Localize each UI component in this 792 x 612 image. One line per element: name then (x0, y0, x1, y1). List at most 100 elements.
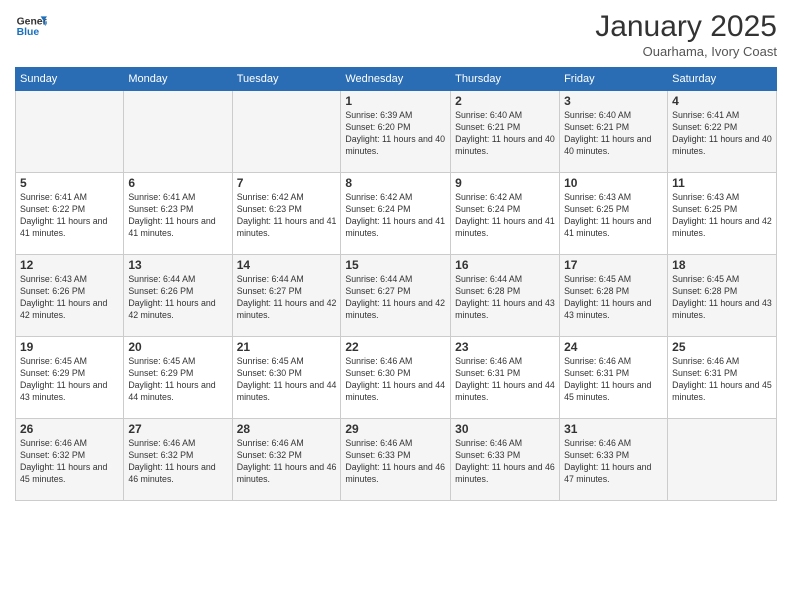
calendar-cell: 4 Sunrise: 6:41 AM Sunset: 6:22 PM Daylig… (668, 91, 777, 173)
day-info: Sunrise: 6:44 AM Sunset: 6:27 PM Dayligh… (237, 274, 337, 322)
day-number: 3 (564, 94, 663, 108)
day-number: 28 (237, 422, 337, 436)
day-number: 9 (455, 176, 555, 190)
col-friday: Friday (560, 68, 668, 91)
day-info: Sunrise: 6:43 AM Sunset: 6:26 PM Dayligh… (20, 274, 119, 322)
calendar-cell: 26Sunrise: 6:46 AM Sunset: 6:32 PM Dayli… (16, 419, 124, 501)
calendar-cell: 13 Sunrise: 6:44 AM Sunset: 6:26 PM Dayli… (124, 255, 232, 337)
calendar-cell: 30 Sunrise: 6:46 AM Sunset: 6:33 PM Dayli… (451, 419, 560, 501)
day-number: 18 (672, 258, 772, 272)
day-info: Sunrise: 6:46 AM Sunset: 6:30 PM Dayligh… (345, 356, 446, 404)
calendar-header-row: Sunday Monday Tuesday Wednesday Thursday… (16, 68, 777, 91)
calendar-table: Sunday Monday Tuesday Wednesday Thursday… (15, 67, 777, 501)
day-info: Sunrise: 6:41 AM Sunset: 6:22 PM Dayligh… (20, 192, 119, 240)
day-info: Sunrise: 6:44 AM Sunset: 6:26 PM Dayligh… (128, 274, 227, 322)
day-info: Sunrise: 6:40 AM Sunset: 6:21 PM Dayligh… (455, 110, 555, 158)
day-info: Sunrise: 6:44 AM Sunset: 6:27 PM Dayligh… (345, 274, 446, 322)
day-info: Sunrise: 6:46 AM Sunset: 6:32 PM Dayligh… (128, 438, 227, 486)
day-info: Sunrise: 6:43 AM Sunset: 6:25 PM Dayligh… (672, 192, 772, 240)
calendar-cell (232, 91, 341, 173)
col-saturday: Saturday (668, 68, 777, 91)
svg-text:Blue: Blue (17, 27, 40, 38)
day-number: 10 (564, 176, 663, 190)
calendar-cell (668, 419, 777, 501)
calendar-cell: 18 Sunrise: 6:45 AM Sunset: 6:28 PM Dayli… (668, 255, 777, 337)
day-number: 5 (20, 176, 119, 190)
day-info: Sunrise: 6:43 AM Sunset: 6:25 PM Dayligh… (564, 192, 663, 240)
day-number: 12 (20, 258, 119, 272)
day-number: 22 (345, 340, 446, 354)
day-info: Sunrise: 6:42 AM Sunset: 6:23 PM Dayligh… (237, 192, 337, 240)
calendar-week-row: 1 Sunrise: 6:39 AM Sunset: 6:20 PM Daylig… (16, 91, 777, 173)
day-info: Sunrise: 6:46 AM Sunset: 6:33 PM Dayligh… (455, 438, 555, 486)
calendar-cell: 9 Sunrise: 6:42 AM Sunset: 6:24 PM Daylig… (451, 173, 560, 255)
day-number: 7 (237, 176, 337, 190)
day-info: Sunrise: 6:45 AM Sunset: 6:28 PM Dayligh… (564, 274, 663, 322)
calendar-cell: 8Sunrise: 6:42 AM Sunset: 6:24 PM Daylig… (341, 173, 451, 255)
day-info: Sunrise: 6:46 AM Sunset: 6:32 PM Dayligh… (237, 438, 337, 486)
calendar-cell (16, 91, 124, 173)
day-number: 8 (345, 176, 446, 190)
calendar-cell: 3 Sunrise: 6:40 AM Sunset: 6:21 PM Daylig… (560, 91, 668, 173)
header: General Blue January 2025 Ouarhama, Ivor… (15, 10, 777, 59)
calendar-cell: 19 Sunrise: 6:45 AM Sunset: 6:29 PM Dayli… (16, 337, 124, 419)
page: General Blue January 2025 Ouarhama, Ivor… (0, 0, 792, 612)
day-number: 15 (345, 258, 446, 272)
calendar-cell: 29 Sunrise: 6:46 AM Sunset: 6:33 PM Dayli… (341, 419, 451, 501)
day-info: Sunrise: 6:45 AM Sunset: 6:29 PM Dayligh… (20, 356, 119, 404)
calendar-cell: 27 Sunrise: 6:46 AM Sunset: 6:32 PM Dayli… (124, 419, 232, 501)
day-number: 24 (564, 340, 663, 354)
day-info: Sunrise: 6:46 AM Sunset: 6:33 PM Dayligh… (564, 438, 663, 486)
day-number: 30 (455, 422, 555, 436)
location: Ouarhama, Ivory Coast (595, 44, 777, 59)
col-tuesday: Tuesday (232, 68, 341, 91)
day-info: Sunrise: 6:42 AM Sunset: 6:24 PM Dayligh… (455, 192, 555, 240)
day-info: Sunrise: 6:41 AM Sunset: 6:22 PM Dayligh… (672, 110, 772, 158)
calendar-cell: 20Sunrise: 6:45 AM Sunset: 6:29 PM Dayli… (124, 337, 232, 419)
calendar-cell: 24 Sunrise: 6:46 AM Sunset: 6:31 PM Dayli… (560, 337, 668, 419)
day-info: Sunrise: 6:45 AM Sunset: 6:28 PM Dayligh… (672, 274, 772, 322)
calendar-cell: 15 Sunrise: 6:44 AM Sunset: 6:27 PM Dayli… (341, 255, 451, 337)
calendar-cell: 25Sunrise: 6:46 AM Sunset: 6:31 PM Dayli… (668, 337, 777, 419)
calendar-cell: 17 Sunrise: 6:45 AM Sunset: 6:28 PM Dayli… (560, 255, 668, 337)
day-info: Sunrise: 6:46 AM Sunset: 6:33 PM Dayligh… (345, 438, 446, 486)
calendar-week-row: 12 Sunrise: 6:43 AM Sunset: 6:26 PM Dayli… (16, 255, 777, 337)
day-info: Sunrise: 6:44 AM Sunset: 6:28 PM Dayligh… (455, 274, 555, 322)
calendar-cell: 31 Sunrise: 6:46 AM Sunset: 6:33 PM Dayli… (560, 419, 668, 501)
calendar-cell: 16 Sunrise: 6:44 AM Sunset: 6:28 PM Dayli… (451, 255, 560, 337)
day-number: 2 (455, 94, 555, 108)
calendar-cell: 10 Sunrise: 6:43 AM Sunset: 6:25 PM Dayli… (560, 173, 668, 255)
calendar-week-row: 26Sunrise: 6:46 AM Sunset: 6:32 PM Dayli… (16, 419, 777, 501)
calendar-cell: 14 Sunrise: 6:44 AM Sunset: 6:27 PM Dayli… (232, 255, 341, 337)
day-number: 31 (564, 422, 663, 436)
day-number: 11 (672, 176, 772, 190)
calendar-cell: 12 Sunrise: 6:43 AM Sunset: 6:26 PM Dayli… (16, 255, 124, 337)
day-number: 6 (128, 176, 227, 190)
calendar-cell: 28 Sunrise: 6:46 AM Sunset: 6:32 PM Dayli… (232, 419, 341, 501)
day-number: 27 (128, 422, 227, 436)
day-number: 1 (345, 94, 446, 108)
day-number: 25 (672, 340, 772, 354)
calendar-week-row: 19 Sunrise: 6:45 AM Sunset: 6:29 PM Dayli… (16, 337, 777, 419)
day-number: 29 (345, 422, 446, 436)
day-number: 4 (672, 94, 772, 108)
calendar-week-row: 5 Sunrise: 6:41 AM Sunset: 6:22 PM Daylig… (16, 173, 777, 255)
day-number: 20 (128, 340, 227, 354)
calendar-cell (124, 91, 232, 173)
day-number: 17 (564, 258, 663, 272)
day-number: 16 (455, 258, 555, 272)
day-number: 13 (128, 258, 227, 272)
day-info: Sunrise: 6:46 AM Sunset: 6:31 PM Dayligh… (564, 356, 663, 404)
calendar-cell: 6Sunrise: 6:41 AM Sunset: 6:23 PM Daylig… (124, 173, 232, 255)
logo-icon: General Blue (15, 10, 47, 42)
day-info: Sunrise: 6:39 AM Sunset: 6:20 PM Dayligh… (345, 110, 446, 158)
col-thursday: Thursday (451, 68, 560, 91)
day-number: 14 (237, 258, 337, 272)
day-info: Sunrise: 6:40 AM Sunset: 6:21 PM Dayligh… (564, 110, 663, 158)
logo: General Blue (15, 10, 47, 42)
calendar-cell: 22 Sunrise: 6:46 AM Sunset: 6:30 PM Dayli… (341, 337, 451, 419)
col-wednesday: Wednesday (341, 68, 451, 91)
calendar-cell: 11 Sunrise: 6:43 AM Sunset: 6:25 PM Dayli… (668, 173, 777, 255)
day-number: 19 (20, 340, 119, 354)
day-number: 23 (455, 340, 555, 354)
